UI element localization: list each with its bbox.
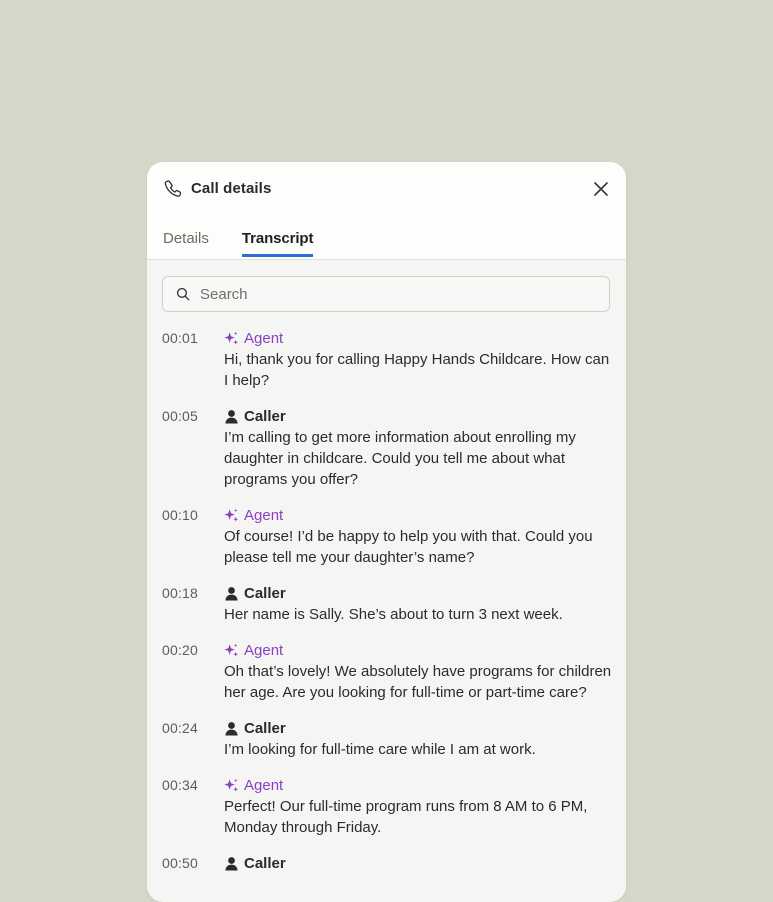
message-text: Hi, thank you for calling Happy Hands Ch… xyxy=(224,351,610,389)
timestamp: 00:50 xyxy=(162,855,199,871)
transcript-entry: 00:05 Caller I’m calling to get more infor… xyxy=(162,406,614,490)
timestamp: 00:05 xyxy=(162,408,199,424)
timestamp: 00:34 xyxy=(162,777,199,793)
transcript-list: 00:01 Agent Hi, thank you for calling Happ… xyxy=(162,328,614,889)
speaker-name: Agent xyxy=(244,642,284,659)
person-icon xyxy=(224,721,239,736)
speaker-name: Agent xyxy=(244,330,284,347)
transcript-entry: 00:18 Caller Her name is Sally. She’s abou… xyxy=(162,583,614,625)
speaker-name: Caller xyxy=(244,720,286,737)
tab-details[interactable]: Details xyxy=(163,230,209,256)
timestamp: 00:10 xyxy=(162,507,199,523)
speaker-name: Caller xyxy=(244,585,286,602)
sparkle-icon xyxy=(224,778,239,793)
message-text: I’m looking for full-time care while I a… xyxy=(224,741,536,758)
sparkle-icon xyxy=(224,508,239,523)
person-icon xyxy=(224,586,239,601)
speaker-name: Caller xyxy=(244,408,286,425)
close-icon[interactable] xyxy=(593,181,609,197)
search-icon xyxy=(176,287,190,301)
message-text: Perfect! Our full-time program runs from… xyxy=(224,798,588,836)
tab-bar: Details Transcript xyxy=(163,230,346,257)
message-text: Of course! I’d be happy to help you with… xyxy=(224,528,593,566)
message-text: Her name is Sally. She’s about to turn 3… xyxy=(224,606,563,623)
panel-header-area: Call details Details Transcript xyxy=(147,162,626,260)
message-body: Caller Her name is Sally. She’s about to … xyxy=(224,583,614,625)
message-body: Agent Hi, thank you for calling Happy Han… xyxy=(224,328,614,391)
message-body: Agent Perfect! Our full-time program runs… xyxy=(224,775,614,838)
panel-title: Call details xyxy=(191,179,272,197)
agent-speaker: Agent xyxy=(224,505,614,526)
speaker-name: Caller xyxy=(244,855,286,872)
speaker-name: Agent xyxy=(244,777,284,794)
message-body: Caller I’m looking for full-time care whi… xyxy=(224,718,614,760)
message-text: Oh that’s lovely! We absolutely have pro… xyxy=(224,663,612,701)
caller-speaker: Caller xyxy=(224,853,614,874)
sparkle-icon xyxy=(224,331,239,346)
transcript-entry: 00:10 Agent Of course! I’d be happy to hel… xyxy=(162,505,614,568)
message-body: Agent Of course! I’d be happy to help you… xyxy=(224,505,614,568)
agent-speaker: Agent xyxy=(224,640,614,661)
message-text: I’m calling to get more information abou… xyxy=(224,429,576,488)
transcript-entry: 00:01 Agent Hi, thank you for calling Happ… xyxy=(162,328,614,391)
transcript-entry: 00:34 Agent Perfect! Our full-time program… xyxy=(162,775,614,838)
timestamp: 00:20 xyxy=(162,642,199,658)
speaker-name: Agent xyxy=(244,507,284,524)
timestamp: 00:18 xyxy=(162,585,199,601)
person-icon xyxy=(224,409,239,424)
search-box[interactable] xyxy=(162,276,610,312)
caller-speaker: Caller xyxy=(224,583,614,604)
message-body: Caller xyxy=(224,853,614,874)
message-body: Agent Oh that’s lovely! We absolutely hav… xyxy=(224,640,614,703)
person-icon xyxy=(224,856,239,871)
transcript-entry: 00:24 Caller I’m looking for full-time car… xyxy=(162,718,614,760)
search-input[interactable] xyxy=(198,284,602,304)
agent-speaker: Agent xyxy=(224,775,614,796)
timestamp: 00:01 xyxy=(162,330,199,346)
transcript-entry: 00:50 Caller xyxy=(162,853,614,874)
timestamp: 00:24 xyxy=(162,720,199,736)
caller-speaker: Caller xyxy=(224,718,614,739)
panel-header: Call details xyxy=(163,179,271,197)
agent-speaker: Agent xyxy=(224,328,614,349)
phone-icon xyxy=(164,180,181,197)
call-details-panel: Call details Details Transcript 00:01 Age… xyxy=(147,162,626,902)
transcript-entry: 00:20 Agent Oh that’s lovely! We absolutel… xyxy=(162,640,614,703)
caller-speaker: Caller xyxy=(224,406,614,427)
message-body: Caller I’m calling to get more informatio… xyxy=(224,406,614,490)
tab-transcript[interactable]: Transcript xyxy=(241,230,313,257)
sparkle-icon xyxy=(224,643,239,658)
